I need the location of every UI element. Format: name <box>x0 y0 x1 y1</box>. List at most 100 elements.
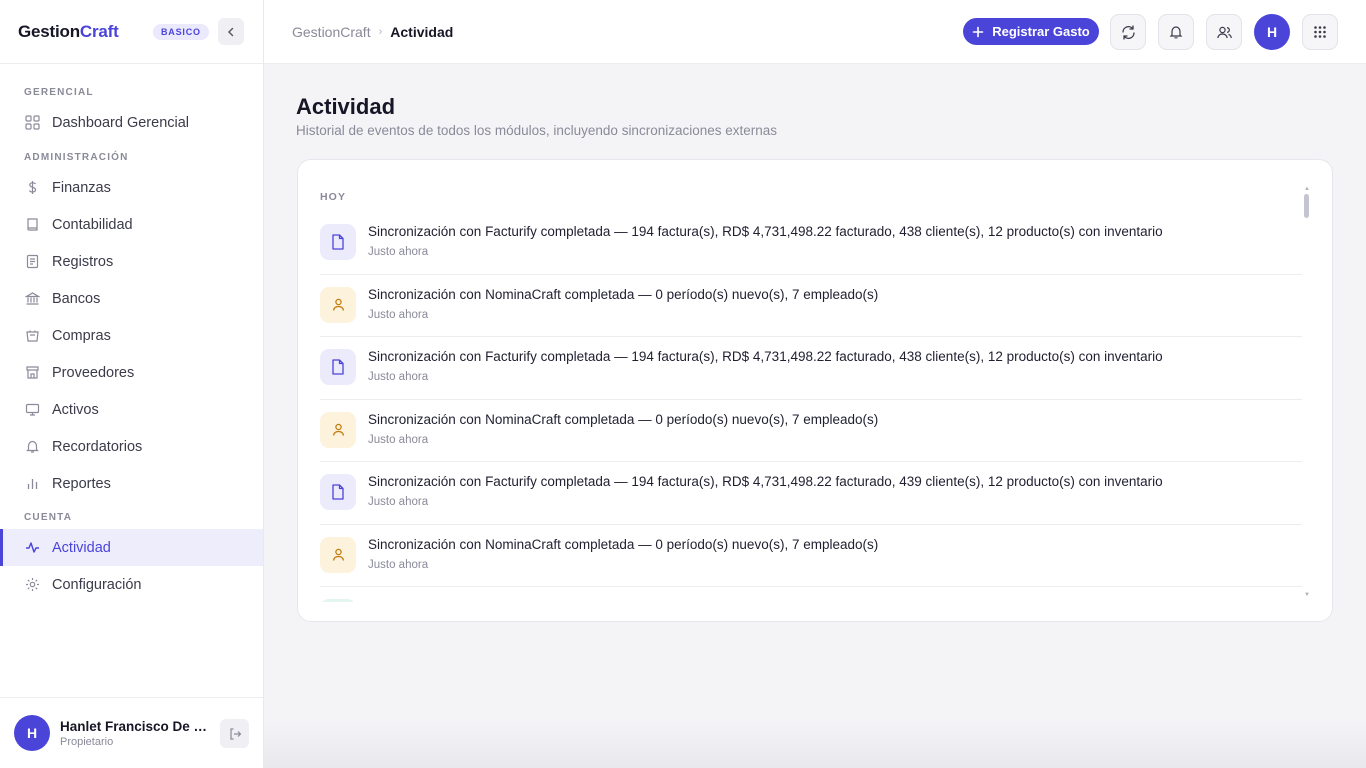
sidebar-item-contabilidad[interactable]: Contabilidad <box>0 206 263 243</box>
sidebar-item-actividad[interactable]: Actividad <box>0 529 263 566</box>
user-profile[interactable]: H Hanlet Francisco De L... Propietario <box>0 697 263 768</box>
event-time: Justo ahora <box>368 246 429 258</box>
sidebar-item-label: Bancos <box>52 290 101 307</box>
users-button[interactable] <box>1206 14 1242 50</box>
sidebar-item-label: Registros <box>52 253 114 270</box>
brand-name-part2: Craft <box>79 21 119 41</box>
sidebar-item-label: Actividad <box>52 539 111 556</box>
event-time: Justo ahora <box>368 433 429 446</box>
sidebar-item-label: Activos <box>52 401 99 418</box>
event-text: Sincronización con Facturify completada … <box>368 349 1163 364</box>
sync-button[interactable] <box>1110 14 1146 50</box>
nav-section-administracion: ADMINISTRACIÓN <box>24 152 129 163</box>
page-subtitle: Historial de eventos de todos los módulo… <box>296 123 778 138</box>
sidebar-item-configuracion[interactable]: Configuración <box>0 566 263 603</box>
list-item[interactable]: Sincronización con Facturify completada … <box>320 212 1302 275</box>
person-icon <box>320 286 356 323</box>
grid-icon <box>24 115 40 131</box>
document-icon <box>320 349 356 385</box>
sidebar-item-activos[interactable]: Activos <box>0 391 263 428</box>
plan-badge: BASICO <box>153 24 209 40</box>
sidebar: GestionCraft BASICO GERENCIAL Dashboard … <box>0 0 264 768</box>
sidebar-item-recordatorios[interactable]: Recordatorios <box>0 428 263 465</box>
sidebar-item-bancos[interactable]: Bancos <box>0 280 263 317</box>
scroll-down-arrow-icon[interactable]: ▼ <box>1304 592 1310 598</box>
event-time: Justo ahora <box>368 558 429 571</box>
activity-icon <box>24 540 40 556</box>
sidebar-item-compras[interactable]: Compras <box>0 317 263 354</box>
user-name: Hanlet Francisco De L... <box>60 718 210 734</box>
avatar: H <box>14 715 50 751</box>
event-text: Sincronización con NominaCraft completad… <box>368 411 879 427</box>
sidebar-item-registros[interactable]: Registros <box>0 243 263 280</box>
brand-header: GestionCraft BASICO <box>0 0 263 64</box>
user-info: Hanlet Francisco De L... Propietario <box>60 719 210 748</box>
sidebar-item-label: Recordatorios <box>52 438 143 455</box>
logout-button[interactable] <box>220 719 249 748</box>
sync-event-icon <box>320 599 356 602</box>
person-icon <box>320 536 356 573</box>
page-title: Actividad <box>296 94 396 119</box>
list-item[interactable]: Sincronización con NominaCraft completad… <box>320 400 1302 462</box>
chevron-left-icon <box>227 27 234 36</box>
registrar-gasto-button[interactable]: Registrar Gasto <box>963 18 1099 45</box>
scrollbar[interactable]: ▲ ▼ <box>1303 186 1310 598</box>
bell-icon <box>1169 26 1183 39</box>
refresh-icon <box>1121 24 1135 40</box>
brand-name-part1: Gestion <box>18 21 80 41</box>
sidebar-item-label: Proveedores <box>52 364 135 381</box>
sidebar-nav: GERENCIAL Dashboard Gerencial ADMINISTRA… <box>0 64 263 603</box>
chevron-right-icon: › <box>378 26 383 38</box>
event-time: Justo ahora <box>368 371 429 383</box>
scroll-up-arrow-icon[interactable]: ▲ <box>1304 186 1310 192</box>
sidebar-item-label: Contabilidad <box>52 216 133 233</box>
breadcrumb-root[interactable]: GestionCraft <box>292 24 371 40</box>
event-time: Justo ahora <box>368 496 429 508</box>
sidebar-item-label: Compras <box>52 327 111 344</box>
event-text: Sincronización con Facturify completada … <box>368 224 1163 239</box>
scrollbar-thumb[interactable] <box>1304 194 1309 218</box>
list-item-partial[interactable] <box>320 587 1302 602</box>
store-icon <box>24 365 40 381</box>
document-icon <box>320 224 356 260</box>
page-bottom-shade <box>264 720 1366 768</box>
event-text: Sincronización con NominaCraft completad… <box>368 286 879 302</box>
event-time: Justo ahora <box>368 308 429 321</box>
activity-list: Sincronización con Facturify completada … <box>320 212 1302 602</box>
apps-grid-icon <box>1314 26 1326 38</box>
sidebar-item-reportes[interactable]: Reportes <box>0 465 263 502</box>
topbar: GestionCraft › Actividad Registrar Gasto… <box>264 0 1366 64</box>
event-text: Sincronización con NominaCraft completad… <box>368 536 879 552</box>
sidebar-item-label: Configuración <box>52 576 142 593</box>
group-label-today: HOY <box>320 191 347 203</box>
list-item[interactable]: Sincronización con NominaCraft completad… <box>320 275 1302 337</box>
event-text: Sincronización con Facturify completada … <box>368 474 1163 489</box>
dollar-icon <box>24 180 40 196</box>
list-item[interactable]: Sincronización con Facturify completada … <box>320 462 1302 525</box>
nav-section-gerencial: GERENCIAL <box>24 87 94 98</box>
breadcrumb-current: Actividad <box>390 24 454 40</box>
apps-menu-button[interactable] <box>1302 14 1338 50</box>
bar-chart-icon <box>24 476 40 492</box>
sidebar-item-dashboard-gerencial[interactable]: Dashboard Gerencial <box>0 104 263 141</box>
sidebar-item-finanzas[interactable]: Finanzas <box>0 169 263 206</box>
registrar-gasto-label: Registrar Gasto <box>992 24 1090 39</box>
users-icon <box>1216 26 1232 38</box>
document-icon <box>320 474 356 510</box>
notifications-button[interactable] <box>1158 14 1194 50</box>
brand-logo[interactable]: GestionCraft <box>18 22 119 42</box>
plus-icon <box>972 26 984 37</box>
basket-icon <box>24 328 40 344</box>
sidebar-item-proveedores[interactable]: Proveedores <box>0 354 263 391</box>
logout-icon <box>229 727 241 740</box>
bell-icon <box>24 439 40 455</box>
list-item[interactable]: Sincronización con NominaCraft completad… <box>320 525 1302 587</box>
person-icon <box>320 411 356 448</box>
activity-card: HOY Sincronización con Facturify complet… <box>297 159 1333 622</box>
nav-section-cuenta: CUENTA <box>24 512 73 523</box>
header-avatar[interactable]: H <box>1254 14 1290 50</box>
collapse-sidebar-button[interactable] <box>218 18 244 45</box>
gear-icon <box>24 577 40 593</box>
bank-icon <box>24 291 40 307</box>
list-item[interactable]: Sincronización con Facturify completada … <box>320 337 1302 400</box>
